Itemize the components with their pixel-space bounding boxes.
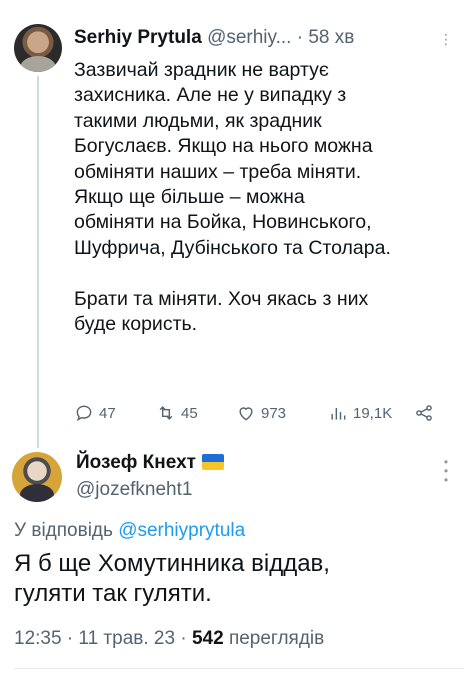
more-icon[interactable]: • • • [438, 456, 454, 486]
tweet[interactable]: Serhiy Prytula @serhiy... · 58 хв ⋮ Зазв… [0, 0, 464, 448]
reply-prefix: У відповідь [14, 520, 113, 541]
reply-button[interactable]: 47 [74, 400, 116, 426]
views-button[interactable]: 19,1K [328, 400, 392, 426]
views-count: 19,1K [353, 404, 393, 422]
reply-icon [76, 405, 92, 422]
author-handle[interactable]: @serhiy... [207, 27, 291, 48]
reply-author-name[interactable]: Йозеф Кнехт [76, 452, 196, 473]
reply-context: У відповідь @serhiyprytula [14, 520, 245, 542]
share-icon [416, 405, 432, 421]
views-icon [331, 408, 346, 420]
like-button[interactable]: 973 [236, 400, 286, 426]
reply-views-label: переглядів [228, 628, 325, 649]
author-name[interactable]: Serhiy Prytula [74, 27, 202, 48]
reply-count: 47 [99, 404, 116, 422]
retweet-button[interactable]: 45 [156, 400, 198, 426]
separator: · [296, 27, 304, 48]
reply-author[interactable]: Йозеф Кнехт [76, 452, 224, 474]
thread-line [37, 76, 39, 448]
like-count: 973 [261, 404, 287, 422]
divider [14, 668, 464, 669]
reply-meta: 12:35 · 11 трав. 23 · 542 переглядів [14, 628, 324, 650]
like-icon [239, 407, 253, 421]
reply-mention-link[interactable]: @serhiyprytula [118, 520, 245, 541]
ukraine-flag-icon [201, 454, 224, 470]
tweet-actions: 47 45 973 19,1K [74, 400, 444, 426]
retweet-count: 45 [181, 404, 198, 422]
reply-author-handle[interactable]: @jozefkneht1 [76, 479, 192, 501]
reply-text: Я б ще Хомутинника віддав, гуляти так гу… [14, 550, 330, 607]
retweet-icon [159, 406, 173, 420]
avatar[interactable] [14, 24, 62, 72]
reply-timestamp[interactable]: 12:35 · 11 трав. 23 · [14, 628, 187, 649]
avatar[interactable] [12, 452, 62, 502]
tweet-header: Serhiy Prytula @serhiy... · 58 хв [74, 27, 454, 49]
share-button[interactable] [414, 400, 434, 426]
reply-views-count: 542 [191, 628, 224, 649]
tweet-time[interactable]: 58 хв [308, 27, 354, 48]
more-icon[interactable]: ⋮ [438, 30, 454, 48]
tweet-text: Зазвичай зрадник не вартує захисника. Ал… [74, 59, 391, 336]
